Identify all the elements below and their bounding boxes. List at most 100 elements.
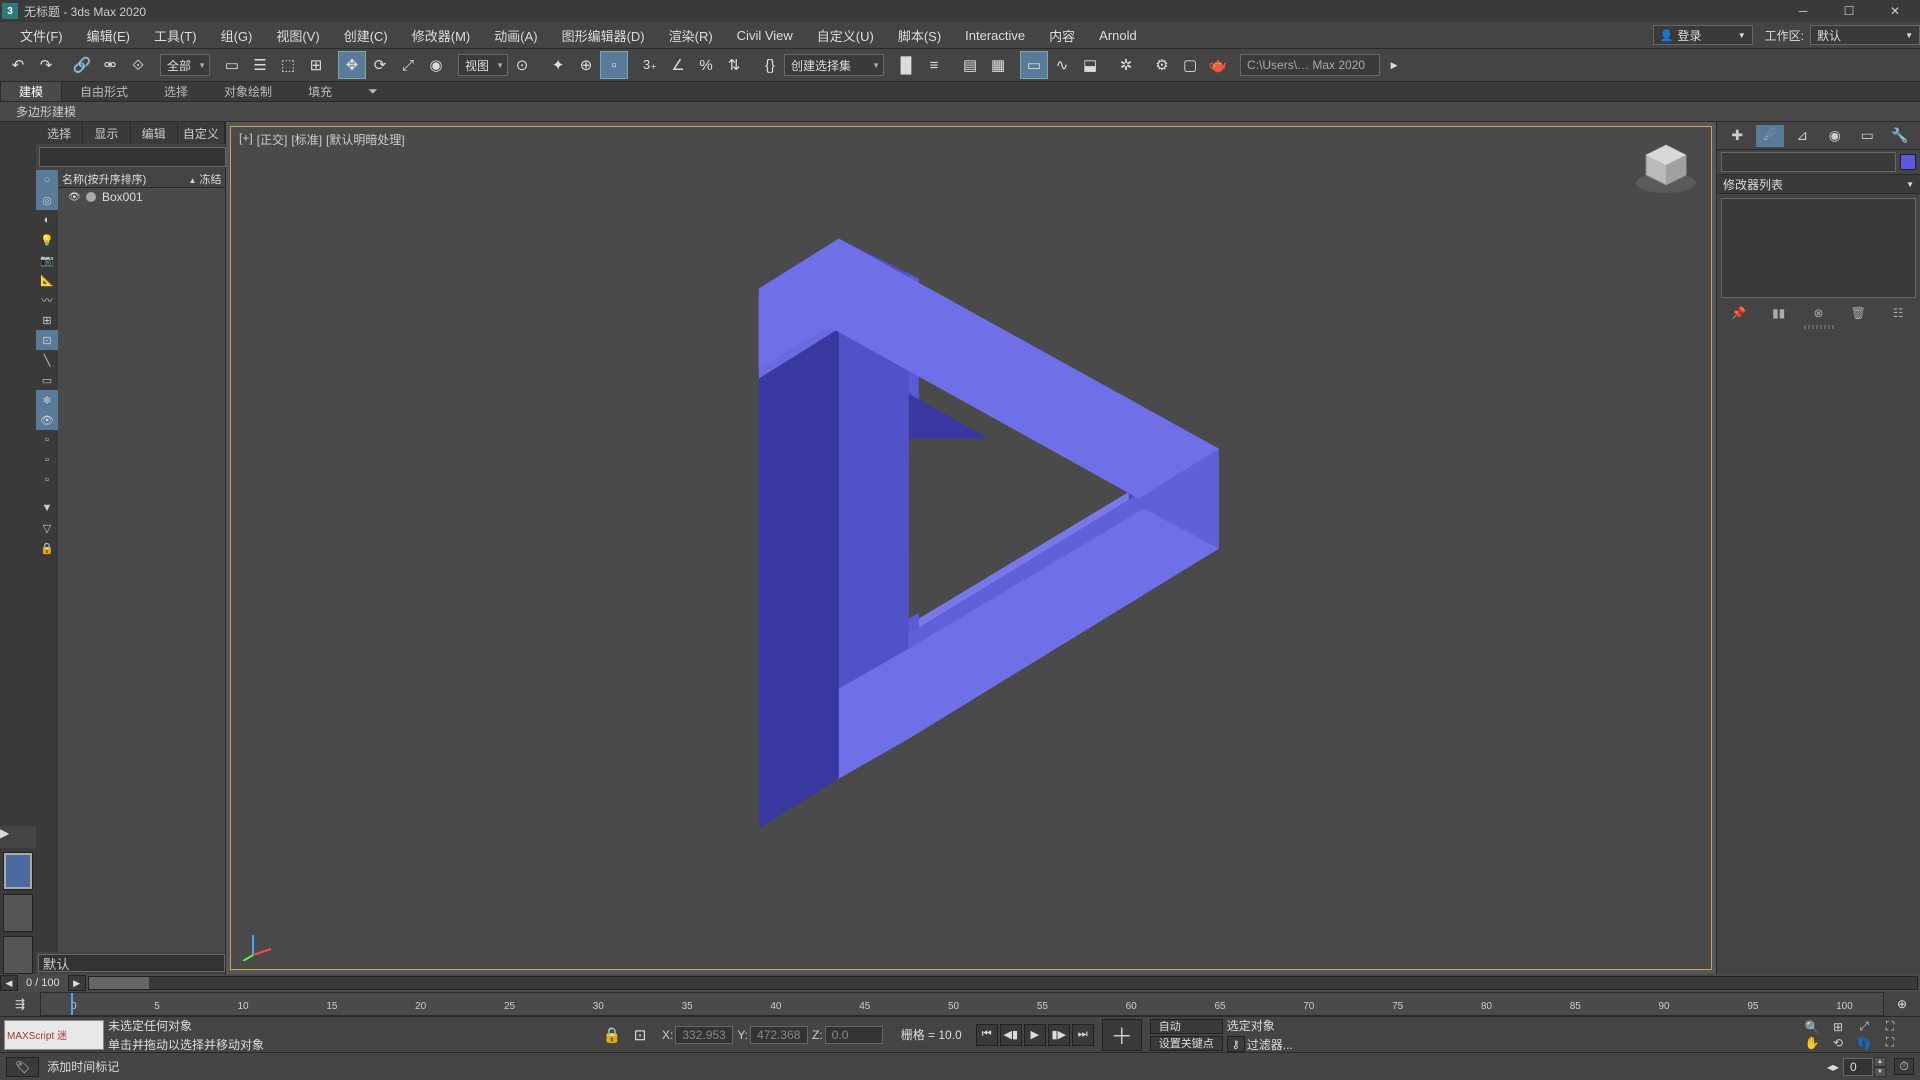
viewport-swatch-2[interactable] (3, 894, 33, 932)
select-by-name-button[interactable]: ☰ (246, 51, 274, 79)
coord-x-field[interactable]: 332.953 (675, 1026, 733, 1044)
cmd-tab-create[interactable]: ✚ (1723, 125, 1751, 147)
menu-content[interactable]: 内容 (1037, 22, 1087, 48)
time-config-icon[interactable]: ⏱ (1894, 1058, 1914, 1075)
angle-snap-button[interactable]: ∠ (664, 51, 692, 79)
scene-tab-display[interactable]: 显示 (83, 122, 130, 144)
ruler-config-icon[interactable]: ⇶ (0, 992, 40, 1016)
move-button[interactable]: ✥ (338, 51, 366, 79)
scene-col-freeze[interactable]: 冻结 (199, 174, 221, 186)
workspace-dropdown[interactable]: 默认 ▼ (1810, 25, 1920, 45)
autokey-button[interactable]: 自动 (1150, 1019, 1223, 1034)
maxscript-listener[interactable]: MAXScript 迷 (4, 1020, 104, 1050)
redo-button[interactable]: ↷ (32, 51, 60, 79)
filter-helpers-icon[interactable]: 📐 (36, 270, 58, 290)
menu-arnold[interactable]: Arnold (1087, 22, 1149, 48)
keyboard-shortcut-button[interactable]: ⊕ (572, 51, 600, 79)
filter-list-3-icon[interactable]: ▫ (36, 470, 58, 490)
scene-col-name[interactable]: 名称(按升序排序) (62, 171, 146, 187)
next-frame-button[interactable]: ▮▶ (1048, 1024, 1070, 1046)
ribbon-tab-selection[interactable]: 选择 (146, 82, 206, 101)
filter-funnel2-icon[interactable]: ▽ (36, 518, 58, 538)
filter-container-icon[interactable]: ▭ (36, 370, 58, 390)
ribbon-tab-freeform[interactable]: 自由形式 (62, 82, 146, 101)
scene-tab-customize[interactable]: 自定义 (178, 122, 225, 144)
menu-civilview[interactable]: Civil View (725, 22, 805, 48)
time-slider-right[interactable]: ▶ (68, 975, 86, 991)
cmd-tab-modify[interactable]: ☄ (1756, 125, 1784, 147)
filter-groups-icon[interactable]: ⊞ (36, 310, 58, 330)
viewport-swatch-3[interactable] (3, 936, 33, 974)
filter-spacewarps-icon[interactable]: 〰 (36, 290, 58, 310)
menu-modifiers[interactable]: 修改器(M) (400, 22, 483, 48)
modifier-stack[interactable] (1721, 198, 1916, 298)
current-frame-spinner[interactable]: ◂▸ 0 ▲▼ (1827, 1057, 1886, 1077)
schematic-view-button[interactable]: ⬓ (1076, 51, 1104, 79)
rotate-button[interactable]: ⟳ (366, 51, 394, 79)
select-region-button[interactable]: ⬚ (274, 51, 302, 79)
bind-button[interactable]: ⟐ (124, 51, 152, 79)
menu-tools[interactable]: 工具(T) (142, 22, 209, 48)
viewport-label[interactable]: [+] [正交] [标准] [默认明暗处理] (239, 131, 405, 148)
filter-lights-icon[interactable]: 💡 (36, 230, 58, 250)
configure-sets-icon[interactable]: ☷ (1887, 304, 1909, 322)
filter-list-1-icon[interactable]: ▫ (36, 430, 58, 450)
box001-object[interactable] (739, 219, 1279, 829)
minimize-button[interactable]: ─ (1780, 0, 1826, 22)
cmd-tab-utilities[interactable]: 🔧 (1886, 125, 1914, 147)
zoom-extents-icon[interactable]: ⤢ (1852, 1020, 1876, 1034)
play-button[interactable]: ▶ (1024, 1024, 1046, 1046)
time-slider-track[interactable] (88, 976, 1918, 990)
menu-group[interactable]: 组(G) (209, 22, 265, 48)
add-time-tag[interactable]: 添加时间标记 (47, 1058, 119, 1075)
placement-button[interactable]: ◉ (422, 51, 450, 79)
zoom-icon[interactable]: 🔍 (1800, 1020, 1824, 1034)
pin-stack-icon[interactable]: 📌 (1728, 304, 1750, 322)
object-name-field[interactable] (1721, 152, 1896, 172)
viewport[interactable]: [+] [正交] [标准] [默认明暗处理] (230, 126, 1712, 970)
panel-grip[interactable] (1804, 325, 1834, 329)
zoom-extents-all-icon[interactable]: ⛶ (1878, 1020, 1902, 1034)
time-marker[interactable] (71, 993, 73, 1015)
show-end-result-icon[interactable]: ▮▮ (1768, 304, 1790, 322)
edit-named-sel-button[interactable]: {} (756, 51, 784, 79)
path-arrow[interactable]: ▶ (1380, 51, 1408, 79)
menu-create[interactable]: 创建(C) (332, 22, 400, 48)
scale-button[interactable]: ⤢ (394, 51, 422, 79)
coord-z-field[interactable]: 0.0 (825, 1026, 883, 1044)
layer-explorer-button[interactable]: ▦ (984, 51, 1012, 79)
walk-icon[interactable]: 👣 (1852, 1036, 1876, 1050)
snap-3-button[interactable]: 3₊ (636, 51, 664, 79)
mirror-button[interactable]: ▐▌ (892, 51, 920, 79)
remove-modifier-icon[interactable]: 🗑 (1847, 304, 1869, 322)
coord-y-field[interactable]: 472.368 (750, 1026, 808, 1044)
pan-icon[interactable]: ✋ (1800, 1036, 1824, 1050)
unlink-button[interactable]: ⚮ (96, 51, 124, 79)
selection-filter-dropdown[interactable]: 全部 (160, 54, 210, 76)
filter-shapes-icon[interactable]: ◐ (36, 210, 58, 230)
spinner-snap-button[interactable]: ⇅ (720, 51, 748, 79)
scene-item-box001[interactable]: 👁 Box001 (58, 188, 225, 206)
make-unique-icon[interactable]: ⊗ (1807, 304, 1829, 322)
menu-edit[interactable]: 编辑(E) (75, 22, 142, 48)
ribbon-tab-more[interactable]: ⏷ (350, 82, 396, 101)
percent-snap-button[interactable]: % (692, 51, 720, 79)
goto-start-button[interactable]: ⏮ (976, 1024, 998, 1046)
filter-all-icon[interactable]: ○ (36, 170, 58, 190)
filter-lock-icon[interactable]: 🔒 (36, 538, 58, 558)
signin-dropdown[interactable]: 👤 登录 ▼ (1653, 25, 1753, 45)
filter-cameras-icon[interactable]: 📷 (36, 250, 58, 270)
render-production-button[interactable]: 🫖 (1204, 51, 1232, 79)
isolate-toggle-icon[interactable]: 🔒 (598, 1021, 626, 1049)
filter-xref-icon[interactable]: ⊡ (36, 330, 58, 350)
ribbon-sub-polymodel[interactable]: 多边形建模 (4, 103, 88, 120)
scene-search-input[interactable] (39, 147, 226, 167)
time-slider-left[interactable]: ◀ (0, 975, 18, 991)
menu-animation[interactable]: 动画(A) (482, 22, 549, 48)
filter-list-2-icon[interactable]: ▫ (36, 450, 58, 470)
menu-interactive[interactable]: Interactive (953, 22, 1037, 48)
ribbon-tab-objectpaint[interactable]: 对象绘制 (206, 82, 290, 101)
named-selection-dropdown[interactable]: 创建选择集 (784, 54, 884, 76)
layers-button[interactable]: ▤ (956, 51, 984, 79)
filter-dropdown[interactable]: 过滤器... (1247, 1036, 1307, 1052)
